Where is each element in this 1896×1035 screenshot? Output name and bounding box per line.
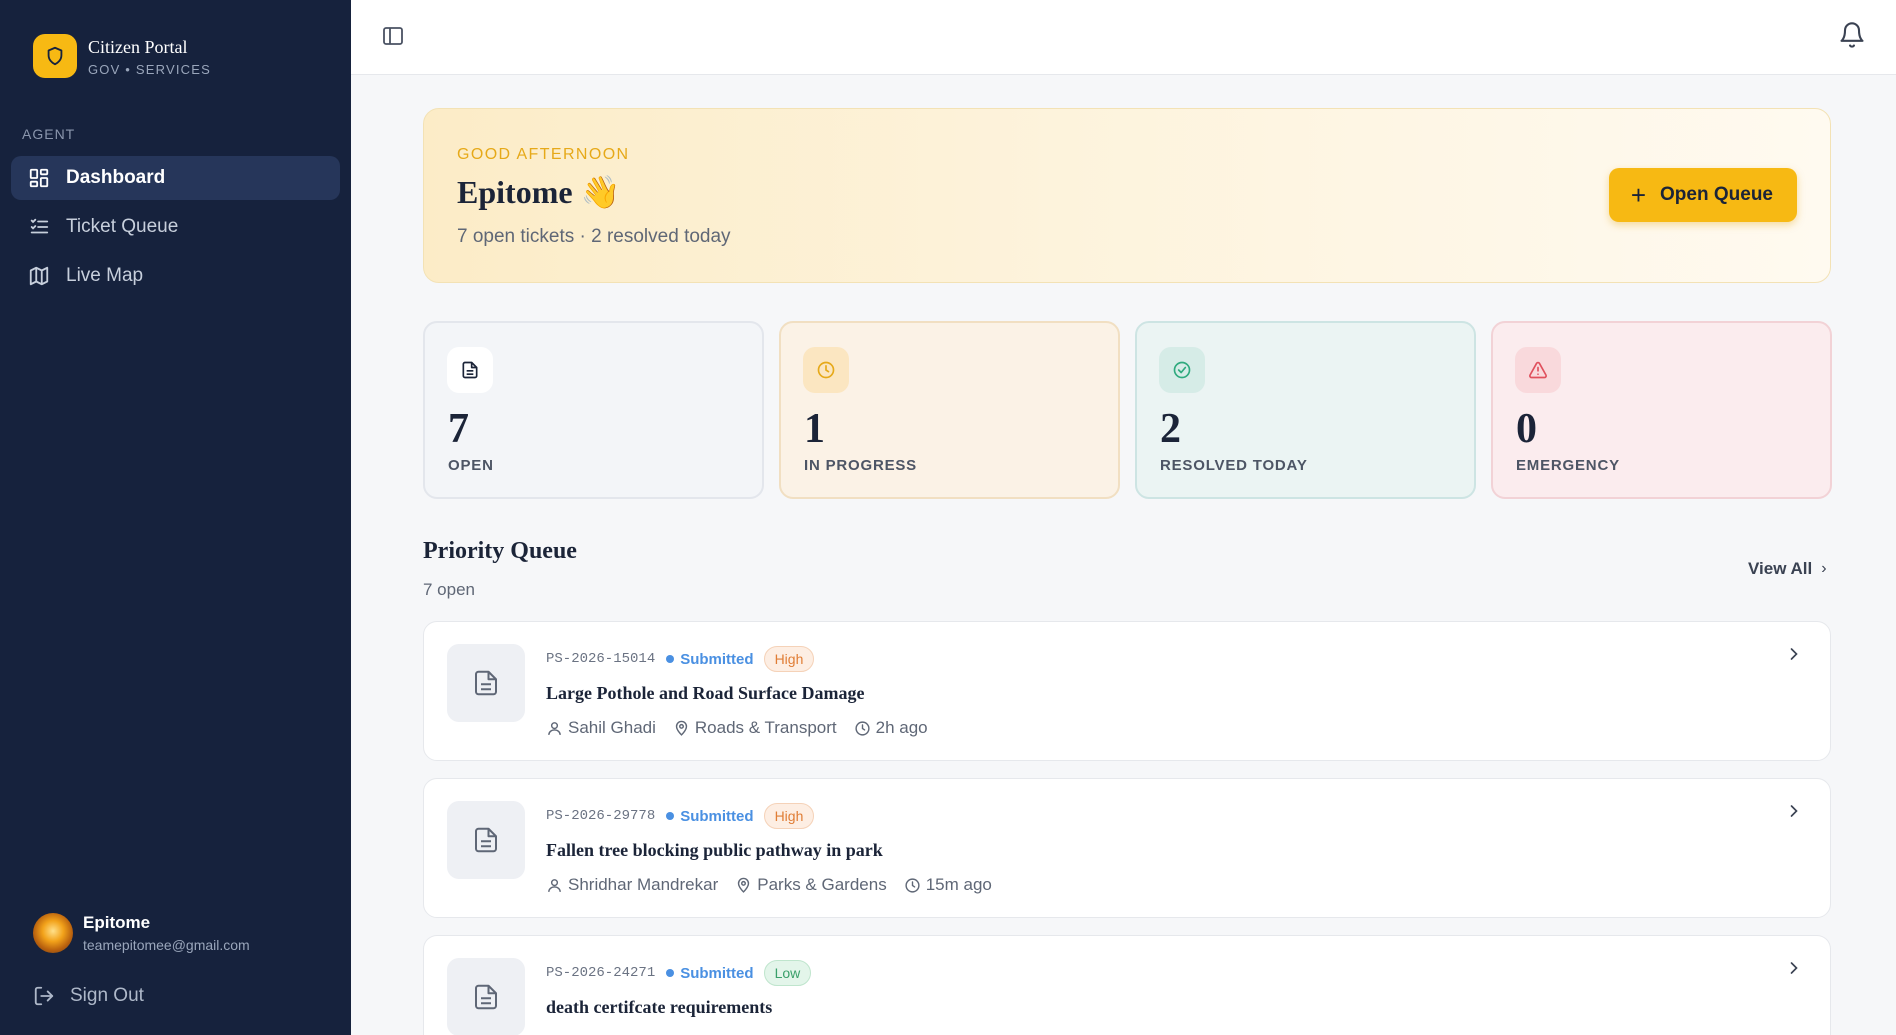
location-pin-icon bbox=[675, 720, 688, 736]
status-badge: Submitted bbox=[666, 650, 754, 668]
open-queue-label: Open Queue bbox=[1660, 184, 1773, 205]
sidebar-item-label: Dashboard bbox=[66, 167, 166, 188]
document-icon bbox=[447, 801, 525, 879]
sign-out-label: Sign Out bbox=[70, 985, 144, 1006]
ticket-id: PS-2026-24271 bbox=[546, 965, 656, 981]
document-icon bbox=[447, 347, 493, 393]
stat-card-open[interactable]: 7 OPEN bbox=[423, 321, 764, 499]
sidebar-item-label: Ticket Queue bbox=[66, 216, 179, 237]
location-pin-icon bbox=[738, 877, 750, 893]
ticket-id: PS-2026-15014 bbox=[546, 651, 656, 667]
stat-label: IN PROGRESS bbox=[804, 457, 917, 474]
ticket-time: 15m ago bbox=[925, 875, 992, 894]
bell-icon[interactable] bbox=[1838, 21, 1866, 49]
check-circle-icon bbox=[1159, 347, 1205, 393]
shield-icon bbox=[33, 34, 77, 78]
user-name: Epitome bbox=[83, 913, 151, 932]
status-label: Submitted bbox=[680, 964, 754, 982]
user-email: teamepitomee@gmail.com bbox=[83, 937, 250, 953]
stat-value: 2 bbox=[1160, 406, 1181, 452]
status-label: Submitted bbox=[680, 807, 754, 825]
stat-card-in-progress[interactable]: 1 IN PROGRESS bbox=[779, 321, 1120, 499]
dashboard-grid-icon bbox=[29, 168, 49, 188]
document-icon bbox=[447, 644, 525, 722]
greeting-name: Epitome 👋 bbox=[457, 174, 621, 210]
sidebar-item-dashboard[interactable]: Dashboard bbox=[11, 156, 340, 200]
stat-label: EMERGENCY bbox=[1516, 457, 1620, 474]
user-icon bbox=[548, 721, 561, 735]
sidebar-item-live-map[interactable]: Live Map bbox=[11, 254, 340, 298]
stat-value: 7 bbox=[448, 406, 469, 452]
chevron-right-icon: › bbox=[1821, 560, 1827, 577]
sidebar-item-label: Live Map bbox=[66, 265, 144, 286]
greeting-eyebrow: GOOD AFTERNOON bbox=[457, 146, 630, 163]
user-icon bbox=[548, 878, 561, 892]
user-profile[interactable]: Epitome teamepitomee@gmail.com bbox=[33, 913, 250, 953]
stat-value: 1 bbox=[804, 406, 825, 452]
ticket-title: Large Pothole and Road Surface Damage bbox=[546, 683, 865, 703]
ticket-card[interactable]: PS-2026-24271 Submitted Low death certif… bbox=[423, 935, 1831, 1035]
clock-icon bbox=[855, 720, 870, 736]
topbar bbox=[351, 0, 1896, 75]
warning-icon bbox=[1515, 347, 1561, 393]
priority-badge: High bbox=[763, 803, 815, 829]
sidebar-toggle-icon[interactable] bbox=[381, 24, 407, 50]
map-icon bbox=[29, 266, 49, 286]
chevron-right-icon bbox=[1790, 962, 1798, 974]
ticket-id: PS-2026-29778 bbox=[546, 808, 656, 824]
chevron-right-icon bbox=[1790, 805, 1798, 817]
logout-icon bbox=[34, 986, 54, 1006]
status-label: Submitted bbox=[680, 650, 754, 668]
status-badge: Submitted bbox=[666, 807, 754, 825]
clock-icon bbox=[803, 347, 849, 393]
open-queue-button[interactable]: + Open Queue bbox=[1608, 168, 1797, 222]
view-all-link[interactable]: View All › bbox=[1748, 559, 1827, 579]
sidebar-nav: Dashboard Ticket Queue Live Map bbox=[11, 156, 340, 303]
view-all-label: View All bbox=[1748, 559, 1813, 578]
brand[interactable]: Citizen Portal GOV • SERVICES bbox=[33, 34, 211, 78]
document-icon bbox=[447, 958, 525, 1035]
list-icon bbox=[30, 218, 49, 234]
brand-subtitle: GOV • SERVICES bbox=[88, 61, 211, 77]
status-badge: Submitted bbox=[666, 964, 754, 982]
stats-row: 7 OPEN 1 IN PROGRESS 2 RESOLVED TODAY 0 … bbox=[423, 321, 1833, 499]
priority-queue-title: Priority Queue bbox=[423, 538, 577, 564]
sidebar: Citizen Portal GOV • SERVICES AGENT Dash… bbox=[0, 0, 351, 1035]
priority-queue-count: 7 open bbox=[423, 580, 475, 599]
greeting-banner: GOOD AFTERNOON Epitome 👋 7 open tickets … bbox=[423, 108, 1831, 283]
plus-icon: + bbox=[1630, 180, 1647, 210]
stat-label: OPEN bbox=[448, 457, 494, 474]
ticket-title: Fallen tree blocking public pathway in p… bbox=[546, 840, 883, 860]
sidebar-section-label: AGENT bbox=[22, 126, 76, 142]
stat-card-resolved-today[interactable]: 2 RESOLVED TODAY bbox=[1135, 321, 1476, 499]
brand-title: Citizen Portal bbox=[88, 36, 188, 57]
sign-out-button[interactable]: Sign Out bbox=[33, 985, 144, 1007]
ticket-category: Roads & Transport bbox=[694, 718, 837, 737]
ticket-card[interactable]: PS-2026-29778 Submitted High Fallen tree… bbox=[423, 778, 1831, 918]
stat-value: 0 bbox=[1516, 406, 1537, 452]
priority-badge: High bbox=[763, 646, 815, 672]
sidebar-item-ticket-queue[interactable]: Ticket Queue bbox=[11, 205, 340, 249]
chevron-right-icon bbox=[1790, 648, 1798, 660]
ticket-reporter: Shridhar Mandrekar bbox=[568, 875, 719, 894]
greeting-summary: 7 open tickets · 2 resolved today bbox=[457, 226, 731, 247]
ticket-time: 2h ago bbox=[875, 718, 928, 737]
stat-card-emergency[interactable]: 0 EMERGENCY bbox=[1491, 321, 1832, 499]
ticket-reporter: Sahil Ghadi bbox=[568, 718, 656, 737]
avatar bbox=[33, 913, 73, 953]
priority-badge: Low bbox=[763, 960, 812, 986]
clock-icon bbox=[905, 877, 920, 893]
ticket-title: death certifcate requirements bbox=[546, 997, 773, 1017]
ticket-category: Parks & Gardens bbox=[757, 875, 887, 894]
stat-label: RESOLVED TODAY bbox=[1160, 457, 1308, 474]
ticket-card[interactable]: PS-2026-15014 Submitted High Large Potho… bbox=[423, 621, 1831, 761]
